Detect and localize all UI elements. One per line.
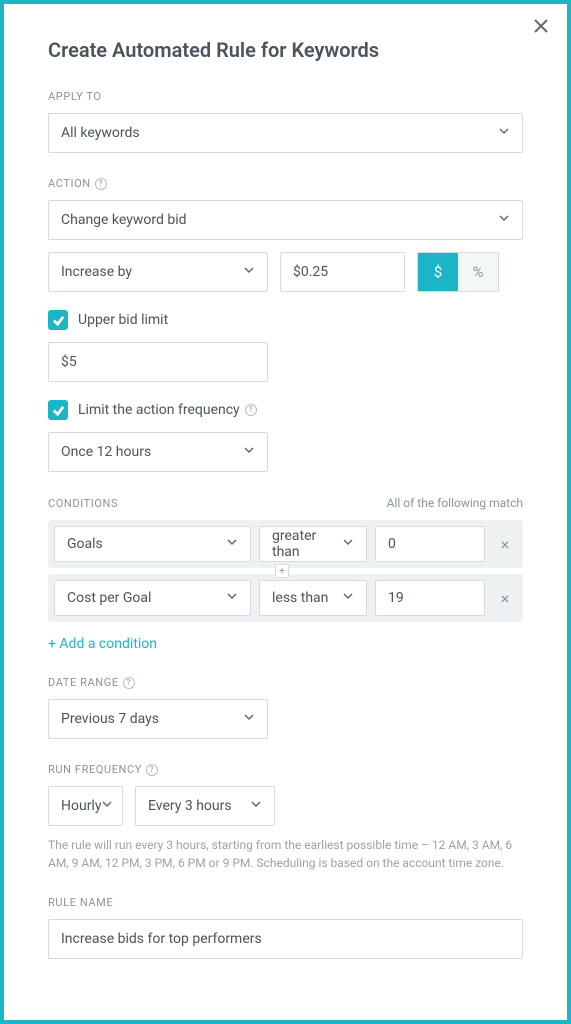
- chevron-down-icon: [226, 590, 238, 606]
- chevron-down-icon: [342, 536, 354, 552]
- chevron-down-icon: [101, 798, 113, 814]
- run-freq-unit-select[interactable]: Hourly: [48, 786, 123, 826]
- limit-freq-select[interactable]: Once 12 hours: [48, 432, 268, 472]
- chevron-down-icon: [226, 536, 238, 552]
- run-freq-label: RUN FREQUENCY ?: [48, 763, 523, 776]
- rule-name-input[interactable]: [48, 919, 523, 959]
- modal-title: Create Automated Rule for Keywords: [48, 38, 523, 62]
- limit-freq-checkbox[interactable]: [48, 400, 68, 420]
- help-icon[interactable]: ?: [146, 764, 158, 776]
- section-run-frequency: RUN FREQUENCY ? Hourly Every 3 hours The…: [48, 763, 523, 872]
- conditions-label: CONDITIONS: [48, 497, 118, 510]
- chevron-down-icon: [243, 264, 255, 280]
- section-action: ACTION ? Change keyword bid Increase by …: [48, 177, 523, 472]
- modal-create-rule: Create Automated Rule for Keywords APPLY…: [0, 0, 571, 1024]
- apply-to-value: All keywords: [61, 125, 140, 141]
- amount-input[interactable]: $0.25: [280, 252, 405, 292]
- limit-freq-label: Limit the action frequency ?: [78, 402, 257, 418]
- section-date-range: DATE RANGE ? Previous 7 days: [48, 676, 523, 739]
- remove-condition-icon[interactable]: ×: [493, 589, 517, 608]
- upper-limit-checkbox[interactable]: [48, 310, 68, 330]
- run-freq-interval-select[interactable]: Every 3 hours: [135, 786, 275, 826]
- upper-limit-label: Upper bid limit: [78, 312, 168, 328]
- action-value: Change keyword bid: [61, 212, 187, 228]
- apply-to-select[interactable]: All keywords: [48, 113, 523, 153]
- chevron-down-icon: [243, 711, 255, 727]
- condition-metric-select[interactable]: Cost per Goal: [54, 580, 251, 616]
- apply-to-label: APPLY TO: [48, 90, 523, 103]
- rule-name-label: RULE NAME: [48, 896, 523, 909]
- date-range-select[interactable]: Previous 7 days: [48, 699, 268, 739]
- chevron-down-icon: [243, 444, 255, 460]
- chevron-down-icon: [498, 125, 510, 141]
- condition-value-input[interactable]: 19: [375, 580, 485, 616]
- condition-value-input[interactable]: 0: [375, 526, 485, 562]
- section-apply-to: APPLY TO All keywords: [48, 90, 523, 153]
- unit-toggle: $ %: [417, 252, 499, 292]
- remove-condition-icon[interactable]: ×: [493, 535, 517, 554]
- condition-op-select[interactable]: less than: [259, 580, 367, 616]
- condition-row: Cost per Goal less than 19 ×: [48, 574, 523, 622]
- section-rule-name: RULE NAME: [48, 896, 523, 959]
- direction-value: Increase by: [61, 264, 132, 280]
- action-label: ACTION ?: [48, 177, 523, 190]
- date-range-label: DATE RANGE ?: [48, 676, 523, 689]
- upper-limit-input[interactable]: $5: [48, 342, 268, 382]
- unit-percent[interactable]: %: [458, 253, 498, 291]
- section-conditions: CONDITIONS All of the following match Go…: [48, 496, 523, 652]
- chevron-down-icon: [342, 590, 354, 606]
- insert-condition-icon[interactable]: +: [275, 564, 289, 578]
- condition-metric-select[interactable]: Goals: [54, 526, 251, 562]
- condition-op-select[interactable]: greater than: [259, 526, 367, 562]
- limit-freq-checkbox-row: Limit the action frequency ?: [48, 400, 523, 420]
- chevron-down-icon: [498, 212, 510, 228]
- direction-select[interactable]: Increase by: [48, 252, 268, 292]
- upper-limit-checkbox-row: Upper bid limit: [48, 310, 523, 330]
- close-icon[interactable]: [533, 18, 549, 38]
- add-condition-link[interactable]: + Add a condition: [48, 636, 523, 652]
- condition-row: Goals greater than 0 ×: [48, 520, 523, 568]
- help-icon[interactable]: ?: [123, 677, 135, 689]
- help-icon[interactable]: ?: [95, 178, 107, 190]
- conditions-match-note: All of the following match: [387, 496, 523, 510]
- action-select[interactable]: Change keyword bid: [48, 200, 523, 240]
- chevron-down-icon: [250, 798, 262, 814]
- unit-dollar[interactable]: $: [418, 253, 458, 291]
- run-freq-note: The rule will run every 3 hours, startin…: [48, 836, 523, 872]
- help-icon[interactable]: ?: [245, 404, 257, 416]
